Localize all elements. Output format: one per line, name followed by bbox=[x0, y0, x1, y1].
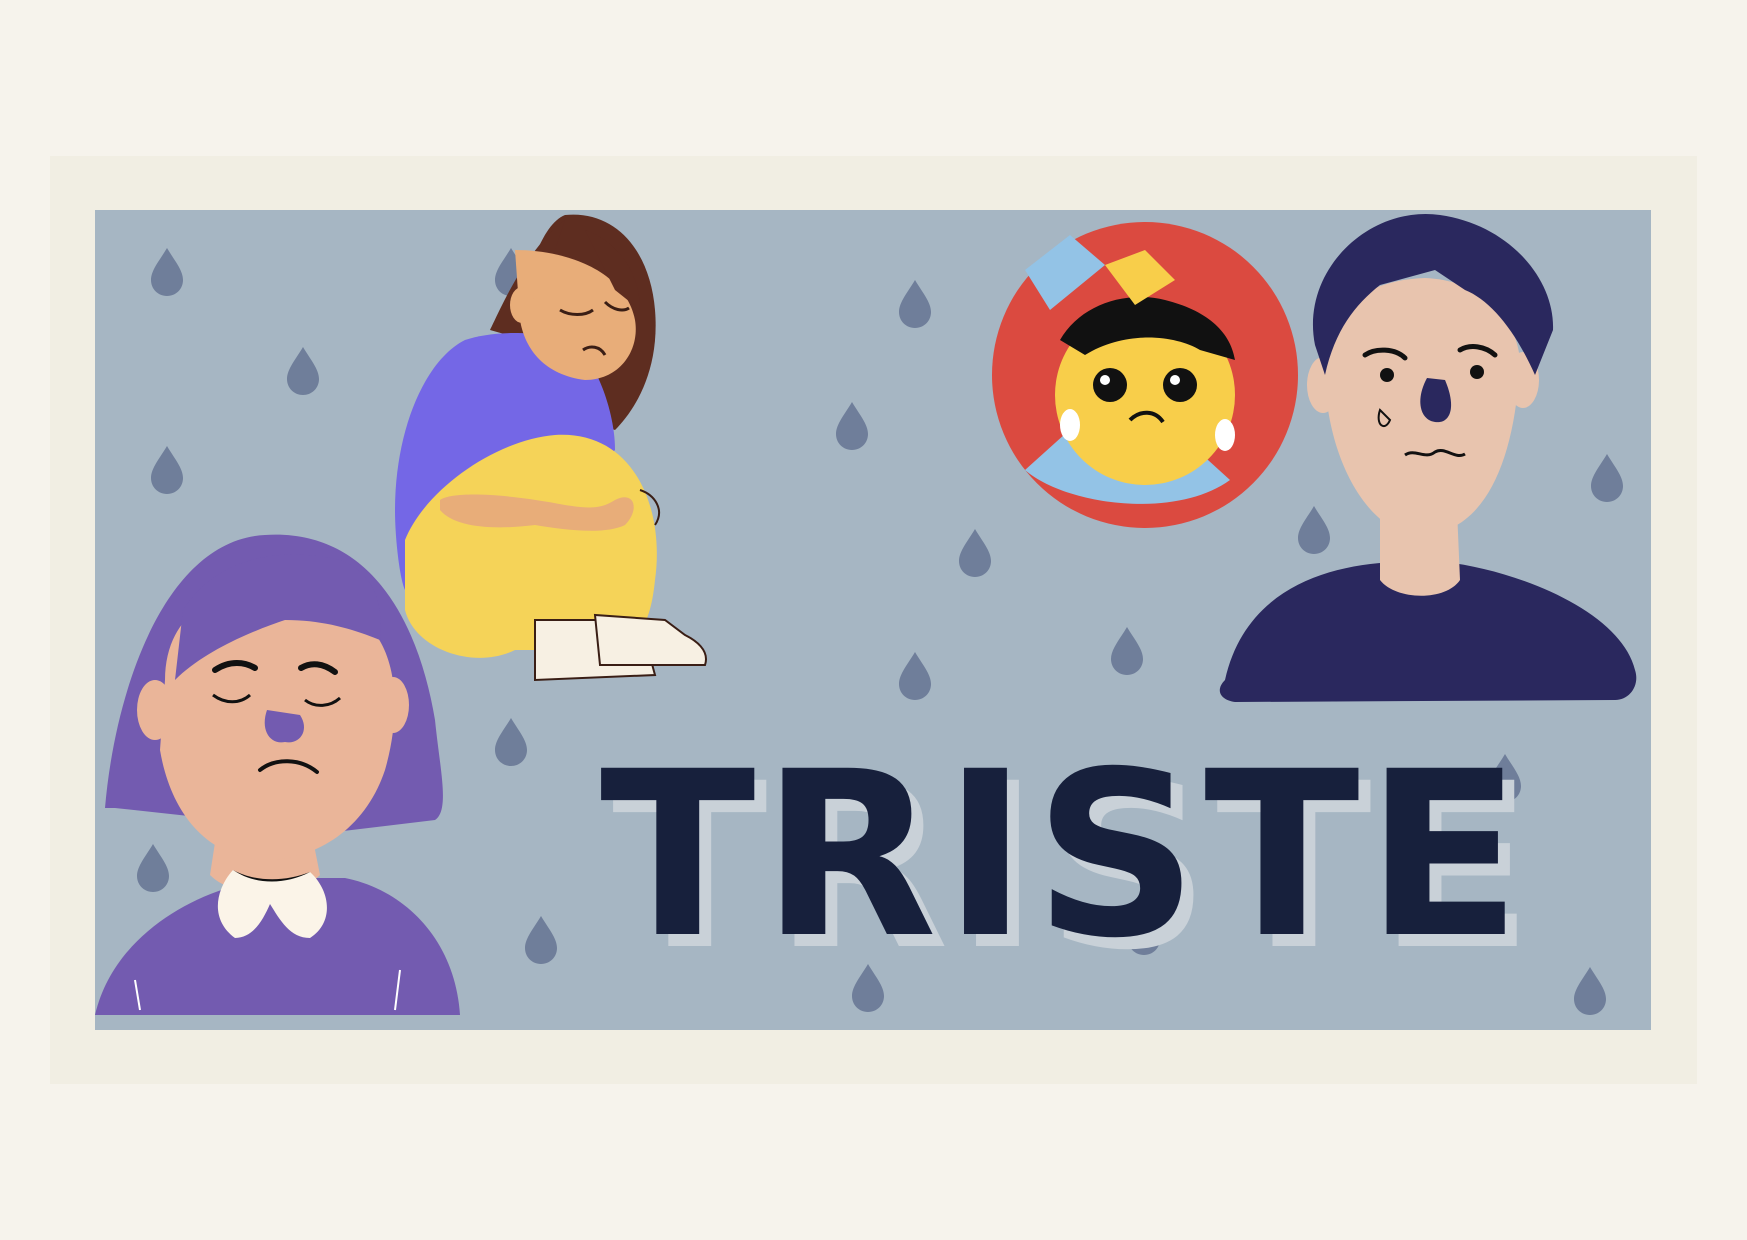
raindrop bbox=[899, 280, 931, 328]
raindrop bbox=[287, 347, 319, 395]
title-block: TRISTE TRISTE bbox=[600, 740, 1533, 982]
raindrop bbox=[959, 529, 991, 577]
raindrop bbox=[1574, 967, 1606, 1015]
raindrop bbox=[495, 718, 527, 766]
raindrop bbox=[899, 652, 931, 700]
crying-child-badge bbox=[992, 222, 1298, 528]
raindrop bbox=[1298, 506, 1330, 554]
raindrop bbox=[525, 916, 557, 964]
raindrop bbox=[836, 402, 868, 450]
raindrop bbox=[137, 844, 169, 892]
raindrop bbox=[1111, 627, 1143, 675]
raindrop bbox=[151, 248, 183, 296]
raindrop bbox=[1591, 454, 1623, 502]
page-title: TRISTE bbox=[600, 722, 1528, 988]
girl-hugging-knees bbox=[395, 214, 707, 682]
raindrop bbox=[151, 446, 183, 494]
man-with-tear bbox=[1219, 213, 1637, 702]
